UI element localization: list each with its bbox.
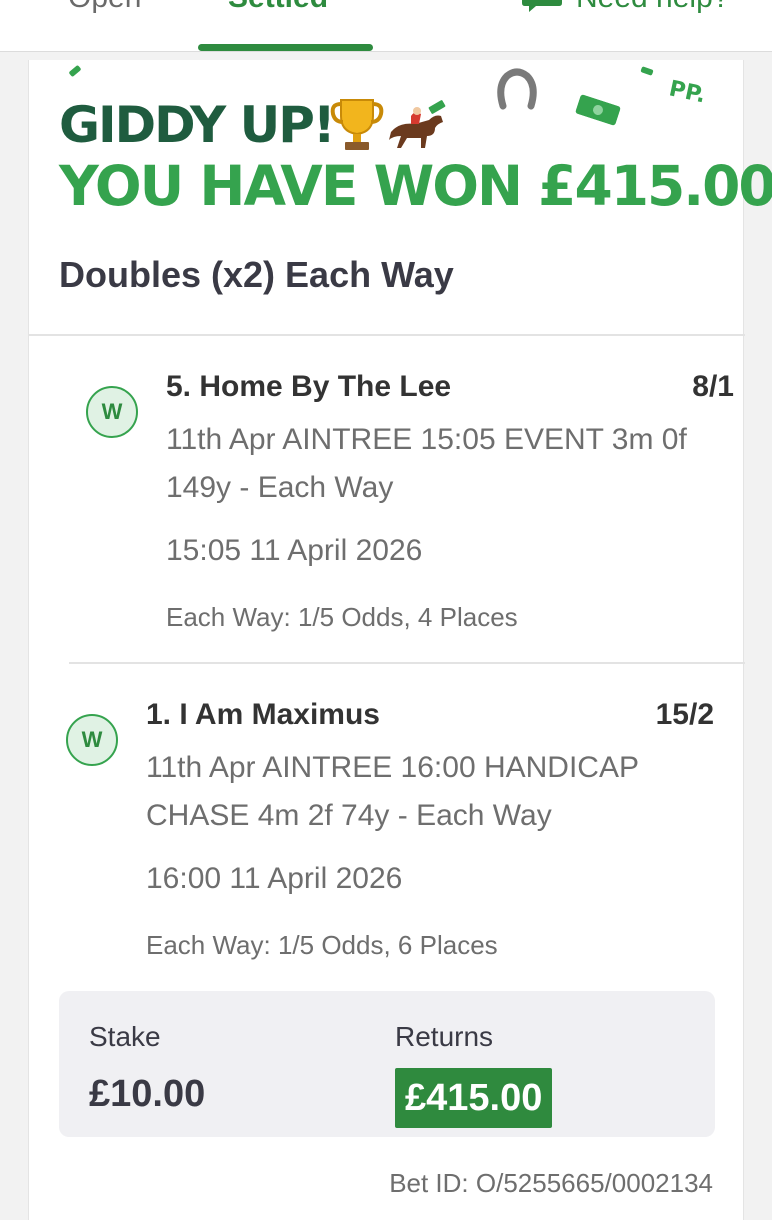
need-help-label: Need help?: [576, 0, 729, 20]
confetti-piece: [68, 64, 82, 78]
bet-type-title: Doubles (x2) Each Way: [59, 254, 454, 295]
settled-bet-card: PP. GIDDY UP! YOU HAVE WON £415.00 Doubl…: [28, 60, 772, 1220]
win-status-badge: W: [66, 714, 118, 766]
brand-mark: PP.: [666, 76, 708, 109]
tab-open[interactable]: Open: [68, 0, 141, 20]
horseshoe-icon: [497, 68, 537, 110]
win-banner: PP. GIDDY UP! YOU HAVE WON £415.00 Doubl…: [29, 60, 772, 336]
event-description: 11th Apr AINTREE 16:00 HANDICAP CHASE 4m…: [146, 751, 639, 832]
stake-label: Stake: [89, 1021, 161, 1052]
returns-amount: £415.00: [395, 1068, 553, 1128]
stake-returns-summary: Stake Returns £10.00 £415.00: [59, 991, 715, 1137]
event-description: 11th Apr AINTREE 15:05 EVENT 3m 0f 149y …: [166, 423, 687, 504]
banknote-icon: [575, 94, 621, 126]
event-start-time: 15:05 11 April 2026: [166, 534, 423, 567]
bet-id: Bet ID: O/5255665/0002134: [389, 1168, 713, 1198]
win-status-badge: W: [86, 386, 138, 438]
returns-label: Returns: [395, 1021, 494, 1052]
bet-status-tabs: Open Settled Need help?: [0, 0, 772, 52]
chat-bubble-icon: [522, 0, 562, 12]
active-tab-indicator: [198, 44, 373, 51]
win-headline: GIDDY UP!: [59, 96, 336, 154]
stake-amount: £10.00: [89, 1073, 206, 1115]
win-amount-message: YOU HAVE WON £415.00: [59, 154, 772, 218]
odds-value: 8/1: [692, 370, 734, 403]
tab-settled[interactable]: Settled: [228, 0, 328, 20]
event-start-time: 16:00 11 April 2026: [146, 862, 403, 895]
odds-value: 15/2: [655, 698, 714, 731]
confetti-piece: [640, 66, 654, 76]
selection-leg: W 1. I Am Maximus 15/2 11th Apr AINTREE …: [29, 610, 745, 960]
trophy-icon: [330, 99, 384, 150]
runner-name: 5. Home By The Lee: [166, 370, 452, 403]
runner-name: 1. I Am Maximus: [146, 698, 380, 731]
racehorse-jockey-icon: [389, 107, 443, 148]
each-way-terms: Each Way: 1/5 Odds, 6 Places: [146, 930, 498, 960]
